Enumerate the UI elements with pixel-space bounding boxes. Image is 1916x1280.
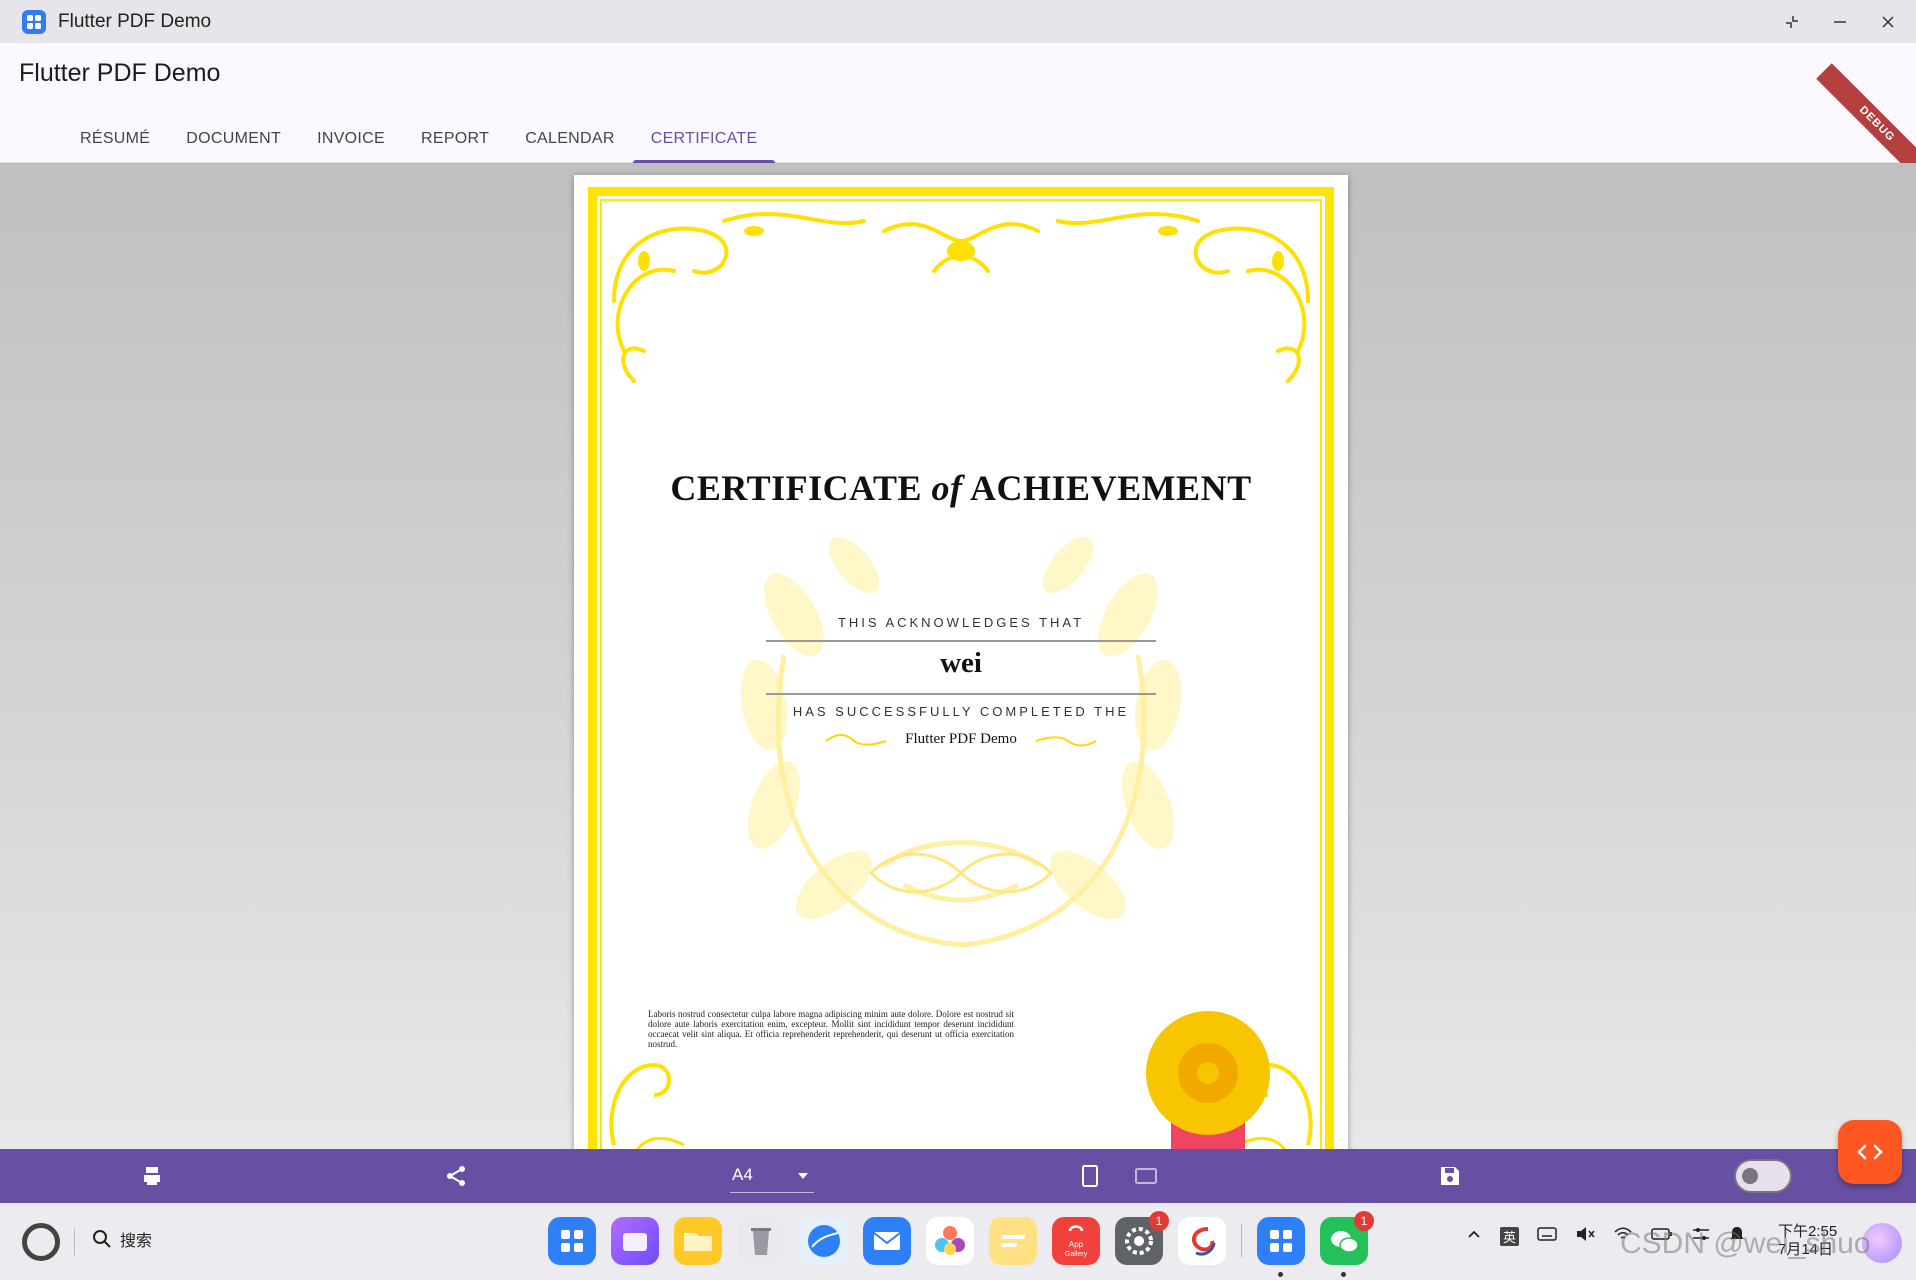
completed-text: HAS SUCCESSFULLY COMPLETED THE xyxy=(792,704,1130,719)
restore-icon[interactable] xyxy=(1782,12,1802,32)
app-bar: Flutter PDF Demo RÉSUMÉ DOCUMENT INVOICE… xyxy=(0,43,1916,185)
acknowledges-text: THIS ACKNOWLEDGES THAT xyxy=(837,615,1085,630)
app-logo-icon xyxy=(22,9,46,34)
wechat-app-icon[interactable]: 1 xyxy=(1320,1211,1374,1277)
print-icon[interactable] xyxy=(139,1163,165,1189)
running-indicator xyxy=(1341,1272,1346,1277)
flutter-pdf-demo-app-icon[interactable] xyxy=(1257,1217,1305,1277)
pdf-preview[interactable]: CERTIFICATE of ACHIEVEMENT THIS ACKNOWLE… xyxy=(0,163,1916,1149)
files-app-icon[interactable] xyxy=(674,1217,722,1265)
tab-resume[interactable]: RÉSUMÉ xyxy=(62,119,168,163)
code-editor-app-icon[interactable] xyxy=(1178,1217,1226,1265)
close-icon[interactable] xyxy=(1878,12,1898,32)
recipient-name: wei xyxy=(940,647,982,679)
certificate-heading: CERTIFICATE of ACHIEVEMENT xyxy=(670,468,1252,508)
tab-document[interactable]: DOCUMENT xyxy=(168,119,299,163)
trash-app-icon[interactable] xyxy=(737,1217,785,1265)
save-icon[interactable] xyxy=(1437,1163,1463,1189)
taskbar-divider xyxy=(74,1229,75,1255)
bottom-left-ornament-icon xyxy=(609,1062,685,1149)
tab-report[interactable]: REPORT xyxy=(403,119,507,163)
notes-app-icon[interactable] xyxy=(989,1217,1037,1265)
running-indicator xyxy=(1278,1272,1283,1277)
share-icon[interactable] xyxy=(443,1163,469,1189)
photos-app-icon[interactable] xyxy=(926,1217,974,1265)
volume-muted-icon[interactable] xyxy=(1575,1225,1595,1248)
start-button[interactable] xyxy=(22,1223,60,1261)
portrait-icon[interactable] xyxy=(1077,1163,1103,1189)
certificate-body-text: Laboris nostrud consectetur culpa labore… xyxy=(648,1009,1014,1049)
page-format-value: A4 xyxy=(732,1165,753,1184)
window-titlebar: Flutter PDF Demo xyxy=(0,0,1916,43)
seal-center xyxy=(1197,1062,1219,1084)
dock: App Gallery 1 1 xyxy=(548,1211,1374,1277)
chevron-up-icon[interactable] xyxy=(1466,1226,1482,1247)
course-name: Flutter PDF Demo xyxy=(905,731,1017,747)
tab-invoice[interactable]: INVOICE xyxy=(299,119,403,163)
browser-app-icon[interactable] xyxy=(800,1217,848,1265)
keyboard-icon[interactable] xyxy=(1537,1226,1557,1247)
settings-app-icon[interactable]: 1 xyxy=(1115,1211,1169,1265)
chevron-down-icon xyxy=(798,1173,808,1179)
window-title: Flutter PDF Demo xyxy=(58,10,212,32)
app-gallery-icon[interactable]: App Gallery xyxy=(1052,1217,1100,1265)
certificate-page: CERTIFICATE of ACHIEVEMENT THIS ACKNOWLE… xyxy=(574,175,1348,1149)
minimize-icon[interactable] xyxy=(1830,12,1850,32)
search-label: 搜索 xyxy=(120,1233,153,1250)
page-title: Flutter PDF Demo xyxy=(19,59,221,87)
debug-toggle-switch[interactable] xyxy=(1734,1159,1792,1193)
top-ornament-icon xyxy=(612,212,1310,383)
dock-divider xyxy=(1241,1224,1242,1258)
taskbar-search[interactable]: 搜索 xyxy=(92,1227,152,1251)
watermark-text: CSDN @wei_shuo xyxy=(1620,1227,1871,1260)
wechat-badge: 1 xyxy=(1354,1211,1374,1231)
code-icon xyxy=(1857,1144,1883,1160)
tab-bar: RÉSUMÉ DOCUMENT INVOICE REPORT CALENDAR … xyxy=(62,119,776,163)
page-format-select[interactable]: A4 xyxy=(730,1159,814,1193)
code-fab-button[interactable] xyxy=(1838,1120,1902,1184)
ime-indicator[interactable]: 英 xyxy=(1500,1227,1520,1246)
name-rule-bottom xyxy=(766,693,1156,695)
pdf-toolbar: A4 xyxy=(0,1149,1916,1203)
name-rule-top xyxy=(766,640,1156,642)
mail-app-icon[interactable] xyxy=(863,1217,911,1265)
search-icon xyxy=(93,1230,111,1248)
multitask-app-icon[interactable] xyxy=(611,1217,659,1265)
tab-calendar[interactable]: CALENDAR xyxy=(507,119,633,163)
tab-certificate[interactable]: CERTIFICATE xyxy=(632,119,776,163)
app-gallery-label-line2: Gallery xyxy=(1065,1251,1088,1258)
center-flourish-icon xyxy=(868,852,1054,894)
course-flourish-right-icon xyxy=(1035,736,1097,747)
landscape-icon[interactable] xyxy=(1133,1163,1159,1189)
app-gallery-label-line1: App xyxy=(1069,1240,1084,1249)
launcher-app-icon[interactable] xyxy=(548,1217,596,1265)
settings-badge: 1 xyxy=(1149,1211,1169,1231)
